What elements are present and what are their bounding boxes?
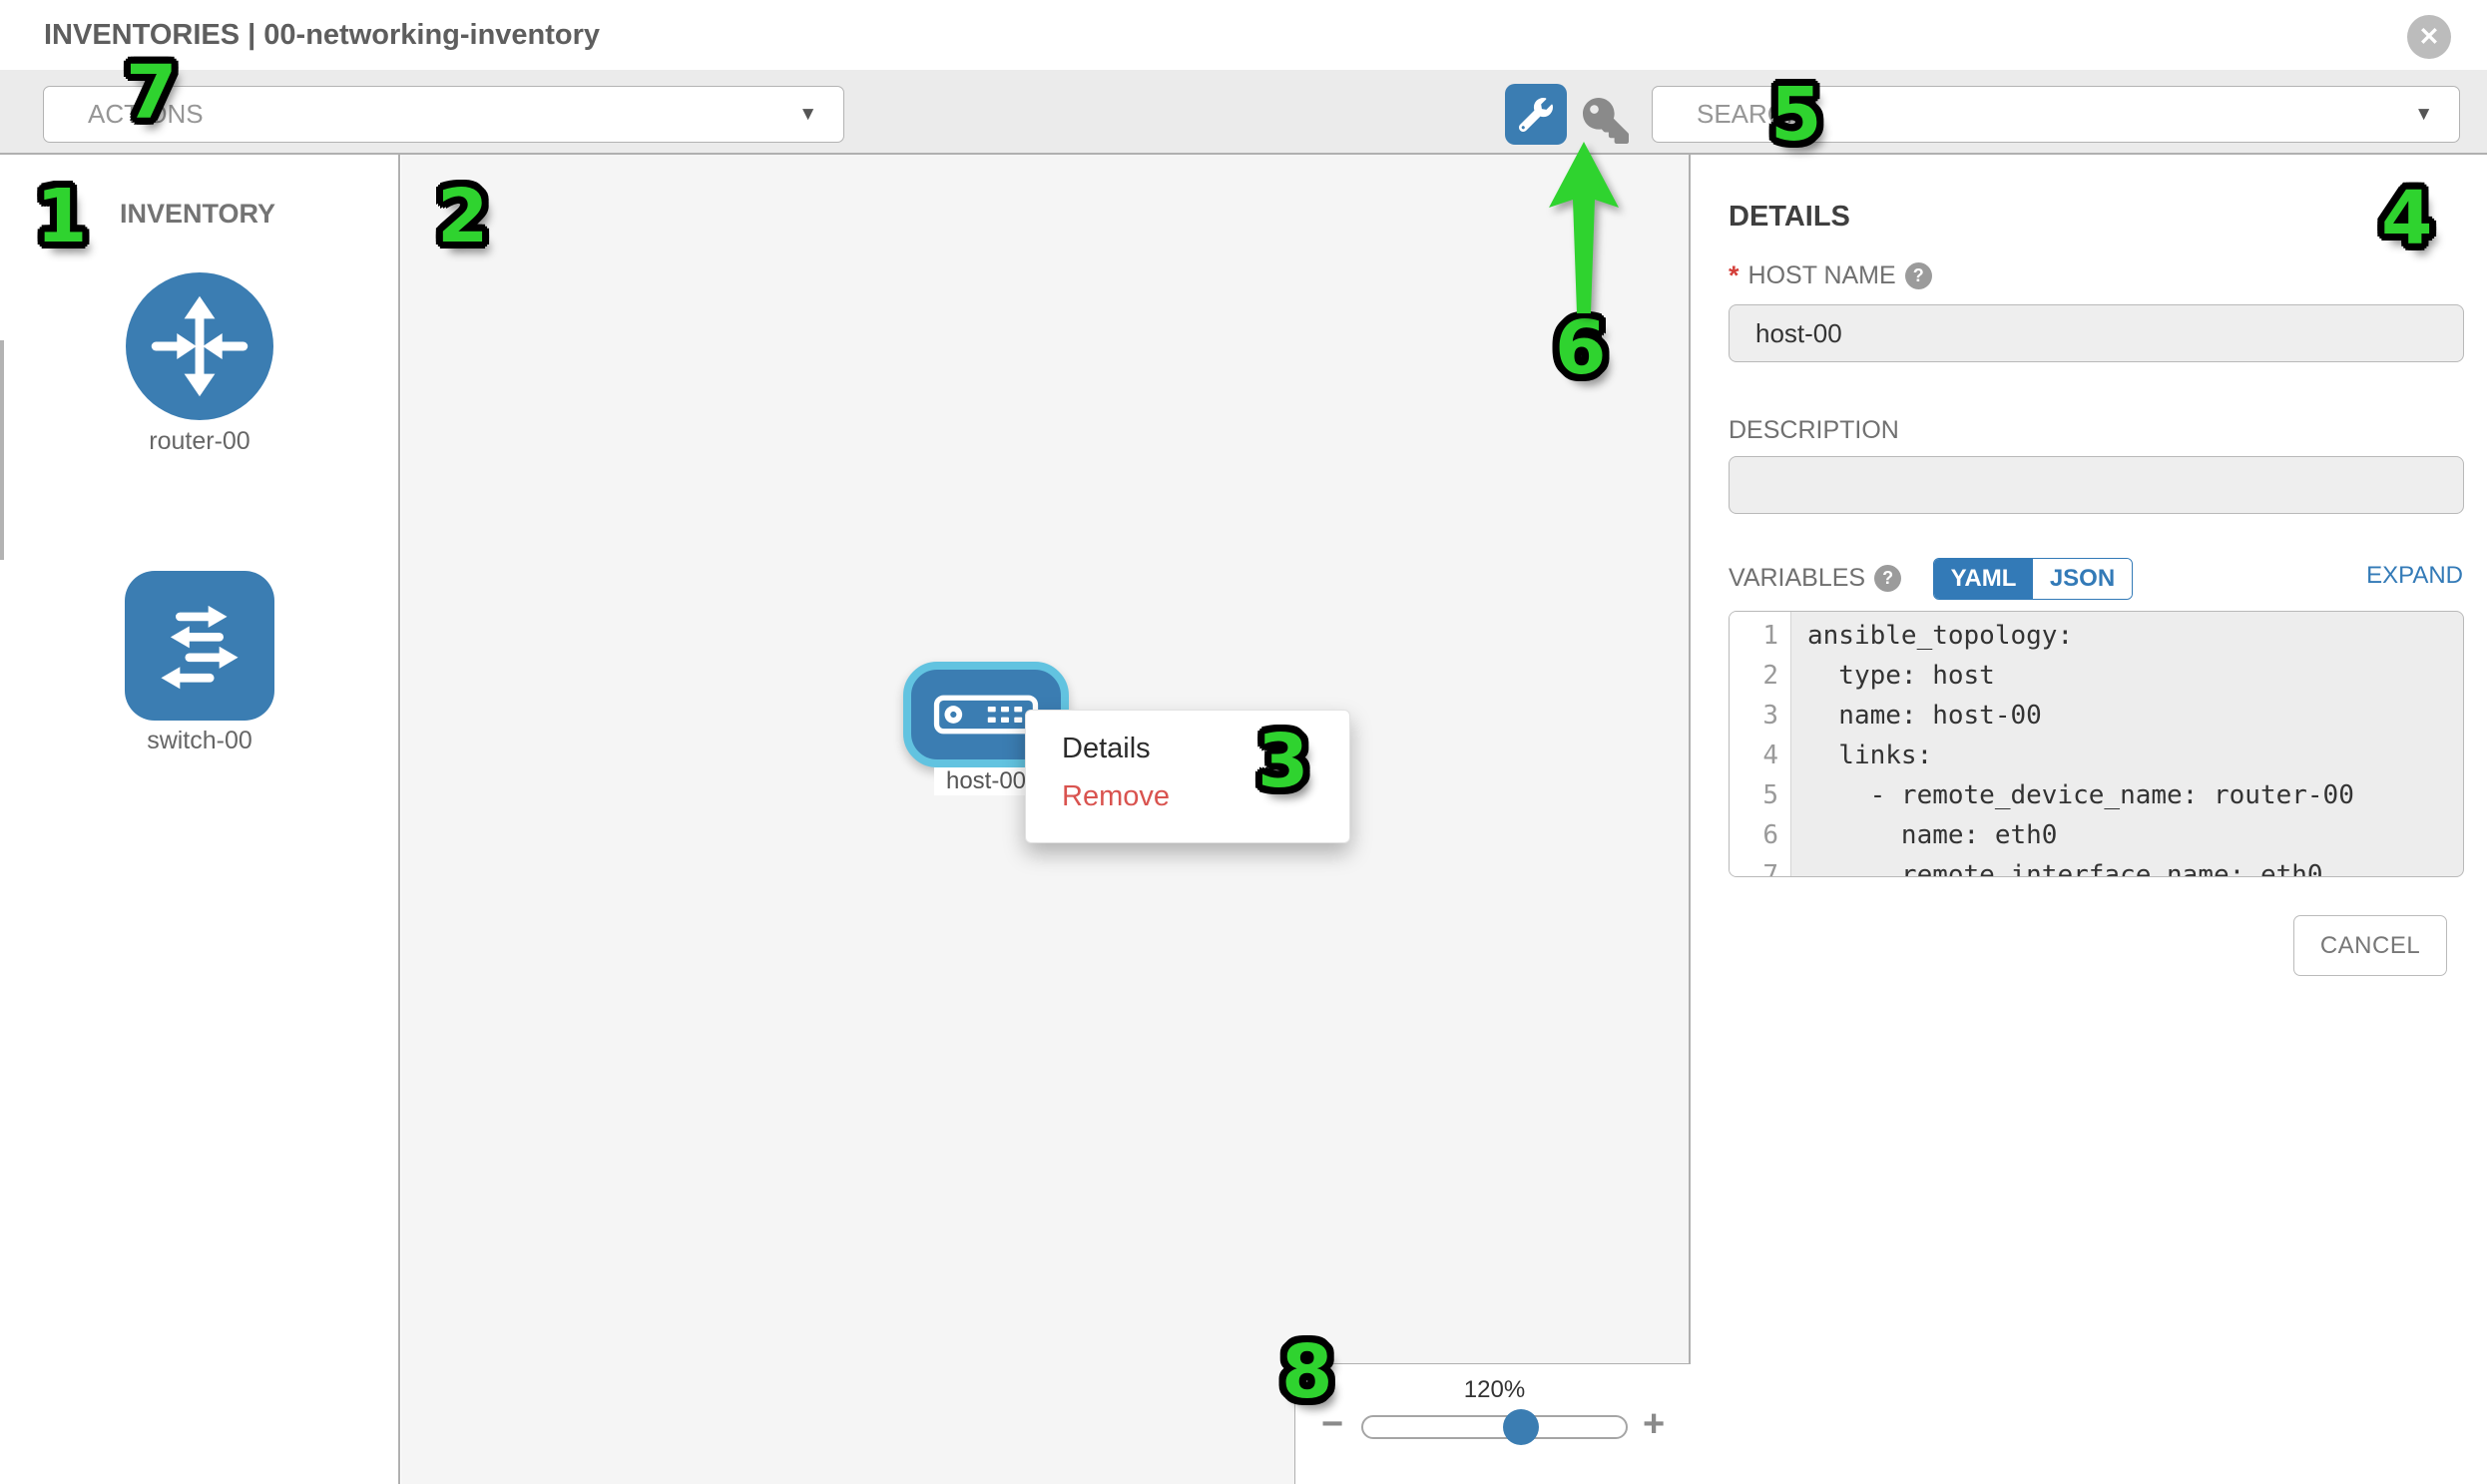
palette-item-switch-label: switch-00	[50, 727, 349, 755]
inventories-topology-page: INVENTORIES | 00-networking-inventory ✕ …	[0, 0, 2487, 1484]
required-asterisk: *	[1729, 260, 1740, 291]
expand-link[interactable]: EXPAND	[2366, 562, 2463, 590]
key-icon	[1583, 98, 1629, 144]
actions-dropdown-label: ACTIONS	[88, 99, 204, 130]
zoom-slider-handle[interactable]	[1503, 1409, 1539, 1445]
tab-yaml[interactable]: YAML	[1934, 559, 2033, 599]
palette-item-router-label: router-00	[50, 427, 349, 456]
search-dropdown[interactable]: SEARCH ▼	[1652, 86, 2460, 143]
code-line: - remote_device_name: router-00	[1807, 775, 2463, 815]
menu-item-details[interactable]: Details	[1026, 725, 1349, 772]
variables-code-editor[interactable]: 1 2 3 4 5 6 7 ansible_topology: type: ho…	[1729, 611, 2464, 877]
tab-json[interactable]: JSON	[2033, 559, 2132, 599]
chevron-down-icon: ▼	[2414, 104, 2433, 126]
code-line: name: eth0	[1807, 815, 2463, 855]
key-button[interactable]	[1581, 96, 1631, 146]
palette-item-switch[interactable]	[125, 571, 274, 721]
toolbar: ACTIONS ▼ SEARCH ▼	[0, 70, 2487, 155]
zoom-slider-track[interactable]	[1361, 1415, 1628, 1439]
line-number: 3	[1730, 696, 1790, 736]
help-icon[interactable]: ?	[1905, 262, 1932, 289]
variables-label-row: VARIABLES ?	[1729, 558, 1901, 598]
code-line-numbers: 1 2 3 4 5 6 7	[1730, 612, 1791, 876]
variables-format-toggle: YAML JSON	[1933, 558, 2133, 600]
code-line: remote_interface_name: eth0	[1807, 855, 2463, 877]
page-title: INVENTORIES | 00-networking-inventory	[44, 0, 600, 70]
line-number: 5	[1730, 775, 1790, 815]
description-input[interactable]	[1729, 456, 2464, 514]
code-line: name: host-00	[1807, 696, 2463, 736]
cancel-button[interactable]: CANCEL	[2293, 915, 2447, 976]
zoom-percentage: 120%	[1361, 1376, 1628, 1404]
details-panel: DETAILS * HOST NAME ? DESCRIPTION VARIAB…	[1691, 155, 2487, 1484]
line-number: 1	[1730, 616, 1790, 656]
wrench-icon	[1519, 98, 1553, 132]
sidebar-scrollbar[interactable]	[0, 340, 4, 560]
code-line: ansible_topology:	[1807, 616, 2463, 656]
host-node-label: host-00	[934, 767, 1038, 795]
line-number: 2	[1730, 656, 1790, 696]
close-glyph: ✕	[2419, 22, 2440, 52]
description-label: DESCRIPTION	[1729, 416, 1899, 445]
tools-button[interactable]	[1505, 84, 1567, 145]
topology-canvas[interactable]: host-00 Details Remove 120% − +	[401, 155, 1691, 1484]
zoom-out-button[interactable]: −	[1321, 1404, 1343, 1444]
inventory-sidebar: INVENTORY router-00	[0, 155, 400, 1484]
zoom-control-panel: 120% − +	[1294, 1363, 1691, 1484]
menu-item-remove[interactable]: Remove	[1026, 772, 1349, 820]
router-icon	[140, 286, 259, 406]
host-name-label: HOST NAME	[1748, 261, 1896, 290]
code-line: links:	[1807, 736, 2463, 775]
header: INVENTORIES | 00-networking-inventory ✕	[0, 0, 2487, 70]
variables-label: VARIABLES	[1729, 564, 1865, 593]
host-name-label-row: * HOST NAME ?	[1729, 260, 1932, 291]
host-icon	[933, 694, 1039, 736]
palette-item-router[interactable]	[126, 272, 273, 420]
line-number: 6	[1730, 815, 1790, 855]
host-name-input[interactable]	[1729, 304, 2464, 362]
actions-dropdown[interactable]: ACTIONS ▼	[43, 86, 844, 143]
node-context-menu: Details Remove	[1025, 710, 1350, 843]
close-icon[interactable]: ✕	[2407, 15, 2451, 59]
details-panel-title: DETAILS	[1729, 201, 1850, 234]
code-line: type: host	[1807, 656, 2463, 696]
chevron-down-icon: ▼	[798, 104, 817, 126]
zoom-in-button[interactable]: +	[1643, 1404, 1665, 1444]
sidebar-title: INVENTORY	[120, 199, 275, 230]
line-number: 4	[1730, 736, 1790, 775]
switch-icon	[141, 587, 258, 705]
line-number: 7	[1730, 855, 1790, 877]
help-icon[interactable]: ?	[1874, 565, 1901, 592]
code-content[interactable]: ansible_topology: type: host name: host-…	[1791, 612, 2463, 876]
search-dropdown-label: SEARCH	[1697, 99, 1804, 130]
